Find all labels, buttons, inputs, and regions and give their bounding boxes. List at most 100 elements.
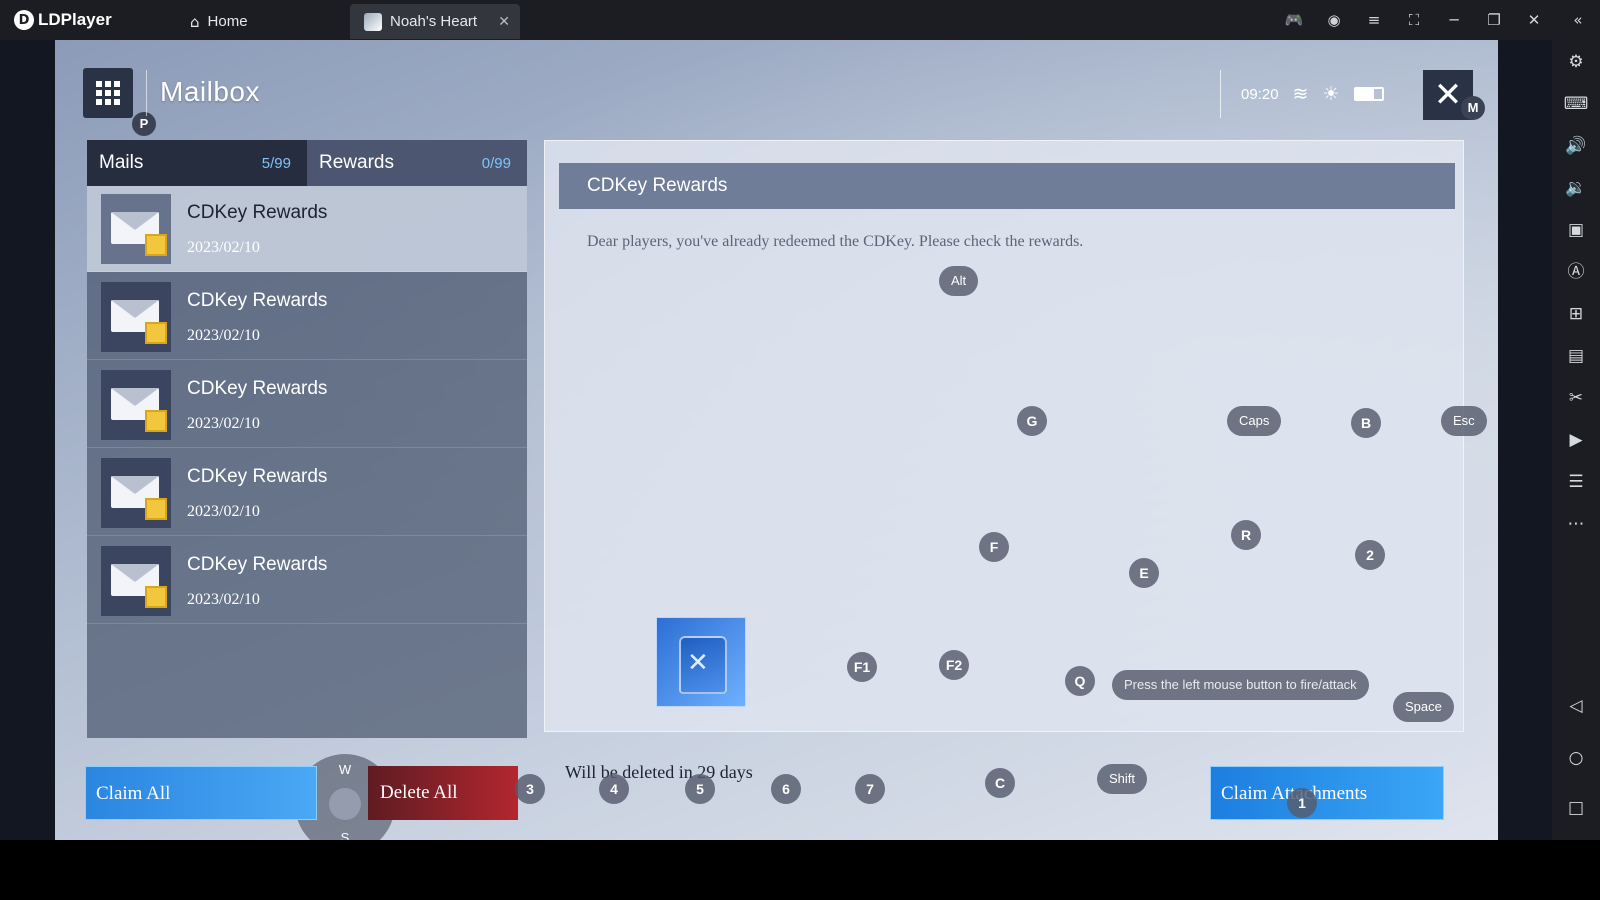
keymap-b[interactable]: B [1351, 408, 1381, 438]
more-icon[interactable]: ⋯ [1562, 510, 1590, 538]
mail-envelope-icon [101, 546, 171, 616]
dpad-up-key: W [338, 762, 352, 777]
apk-icon[interactable]: ▤ [1562, 342, 1590, 370]
gift-icon [145, 410, 167, 432]
menu-icon[interactable]: ≡ [1362, 8, 1386, 32]
tab-mails[interactable]: Mails 5/99 [87, 140, 307, 186]
clock: 09:20 [1241, 85, 1279, 103]
keymap-e[interactable]: E [1129, 558, 1159, 588]
delete-all-button[interactable]: Delete All [368, 766, 518, 820]
game-icon [364, 12, 382, 31]
keymap-q[interactable]: Q [1065, 666, 1095, 696]
keymap-5[interactable]: 5 [685, 774, 715, 804]
keyboard-icon[interactable]: ⌨ [1562, 90, 1590, 118]
tab-noahs-heart[interactable]: Noah's Heart ✕ [350, 4, 520, 39]
screenshot-icon[interactable]: ▣ [1562, 216, 1590, 244]
mail-item[interactable]: CDKey Rewards 2023/02/10 [87, 538, 527, 624]
keymap-caps[interactable]: Caps [1227, 406, 1282, 436]
scissors-icon[interactable]: ✂ [1562, 384, 1590, 412]
mail-title: CDKey Rewards [187, 202, 328, 223]
emulator-titlebar: D LDPlayer ⌂ Home Noah's Heart ✕ 🎮 ◉ ≡ ⛶… [0, 0, 1600, 40]
main-menu-button[interactable] [83, 68, 133, 118]
account-icon[interactable]: ◉ [1322, 8, 1346, 32]
tab-game-label: Noah's Heart [390, 13, 478, 30]
mail-title: CDKey Rewards [187, 554, 328, 575]
tab-home[interactable]: ⌂ Home [190, 4, 248, 39]
keymap-7[interactable]: 7 [855, 774, 885, 804]
tab-rewards-count: 0/99 [481, 154, 511, 172]
keymap-c[interactable]: C [985, 768, 1015, 798]
gift-icon [145, 586, 167, 608]
keymap-shift[interactable]: Shift [1097, 764, 1148, 794]
claim-attachments-button[interactable]: Claim Attachments [1210, 766, 1444, 820]
attachment-gift-bag[interactable] [656, 617, 746, 707]
sync-icon[interactable]: ☰ [1562, 468, 1590, 496]
tab-rewards[interactable]: Rewards 0/99 [307, 140, 527, 186]
mail-item[interactable]: CDKey Rewards 2023/02/10 [87, 362, 527, 448]
mail-title: CDKey Rewards [187, 290, 328, 311]
mail-date: 2023/02/10 [187, 239, 260, 256]
mailbox-screen: P Mailbox 09:20 ≋ ☀ ✕ M Mails 5/99 Rewar… [55, 40, 1498, 840]
claim-all-button[interactable]: Claim All [85, 766, 317, 820]
keymap-2[interactable]: 2 [1355, 540, 1385, 570]
keymap-1[interactable]: 1 [1287, 788, 1317, 818]
game-viewport: P Mailbox 09:20 ≋ ☀ ✕ M Mails 5/99 Rewar… [0, 40, 1552, 840]
fullscreen-icon[interactable]: ⛶ [1402, 8, 1426, 32]
tab-mails-count: 5/99 [261, 154, 291, 172]
keymap-6[interactable]: 6 [771, 774, 801, 804]
mail-detail-title: CDKey Rewards [559, 163, 1455, 209]
recent-apps-icon[interactable]: □ [1562, 794, 1590, 822]
operation-record-icon[interactable]: Ⓐ [1562, 258, 1590, 286]
home-icon: ⌂ [190, 12, 200, 31]
mail-envelope-icon [101, 194, 171, 264]
emulator-sidebar: ⚙ ⌨ 🔊 🔉 ▣ Ⓐ ⊞ ▤ ✂ ▶ ☰ ⋯ ◁ ○ □ [1552, 40, 1600, 840]
volume-down-icon[interactable]: 🔉 [1562, 174, 1590, 202]
restore-icon[interactable]: ❐ [1482, 8, 1506, 32]
mail-item[interactable]: CDKey Rewards 2023/02/10 [87, 186, 527, 272]
keymap-alt[interactable]: Alt [939, 266, 979, 296]
minimize-icon[interactable]: ─ [1442, 8, 1466, 32]
mail-item[interactable]: CDKey Rewards 2023/02/10 [87, 450, 527, 536]
close-icon[interactable]: ✕ [1522, 8, 1546, 32]
keymap-g[interactable]: G [1017, 406, 1047, 436]
header-divider [146, 70, 147, 116]
mail-date: 2023/02/10 [187, 503, 260, 520]
video-icon[interactable]: ▶ [1562, 426, 1590, 454]
mail-title: CDKey Rewards [187, 466, 328, 487]
volume-up-icon[interactable]: 🔊 [1562, 132, 1590, 160]
settings-icon[interactable]: ⚙ [1562, 48, 1590, 76]
collapse-sidebar-icon[interactable]: « [1566, 8, 1590, 32]
keymap-m: M [1461, 96, 1485, 120]
mail-tabs: Mails 5/99 Rewards 0/99 [87, 140, 527, 186]
back-icon[interactable]: ◁ [1562, 692, 1590, 720]
keymap-f2[interactable]: F2 [939, 650, 969, 680]
expiration-notice: Will be deleted in 29 days [565, 762, 753, 782]
status-bar: 09:20 ≋ ☀ [1220, 70, 1384, 118]
dpad-down-key: S [340, 830, 350, 840]
keymap-space[interactable]: Space [1393, 692, 1454, 722]
mail-envelope-icon [101, 282, 171, 352]
keymap-f[interactable]: F [979, 532, 1009, 562]
mail-list: CDKey Rewards 2023/02/10 CDKey Rewards 2… [87, 186, 527, 840]
ldplayer-logo-icon: D [14, 10, 34, 30]
emulator-bottom-margin [0, 840, 1600, 900]
keymap-r[interactable]: R [1231, 520, 1261, 550]
gift-icon [145, 234, 167, 256]
keymap-4[interactable]: 4 [599, 774, 629, 804]
gamepad-icon[interactable]: 🎮 [1282, 8, 1306, 32]
keymap-3[interactable]: 3 [515, 774, 545, 804]
mail-envelope-icon [101, 458, 171, 528]
home-nav-icon[interactable]: ○ [1562, 744, 1590, 772]
tab-rewards-label: Rewards [319, 152, 394, 173]
tab-mails-label: Mails [99, 152, 144, 173]
tab-close-icon[interactable]: ✕ [498, 13, 510, 30]
mail-title: CDKey Rewards [187, 378, 328, 399]
brand-name: LDPlayer [38, 10, 112, 29]
add-screen-icon[interactable]: ⊞ [1562, 300, 1590, 328]
mail-item[interactable]: CDKey Rewards 2023/02/10 [87, 274, 527, 360]
dpad-center [329, 788, 361, 820]
keymap-f1[interactable]: F1 [847, 652, 877, 682]
mail-detail-panel: CDKey Rewards Dear players, you've alrea… [544, 140, 1464, 732]
keymap-esc[interactable]: Esc [1441, 406, 1487, 436]
ldplayer-logo: D LDPlayer [14, 8, 112, 32]
